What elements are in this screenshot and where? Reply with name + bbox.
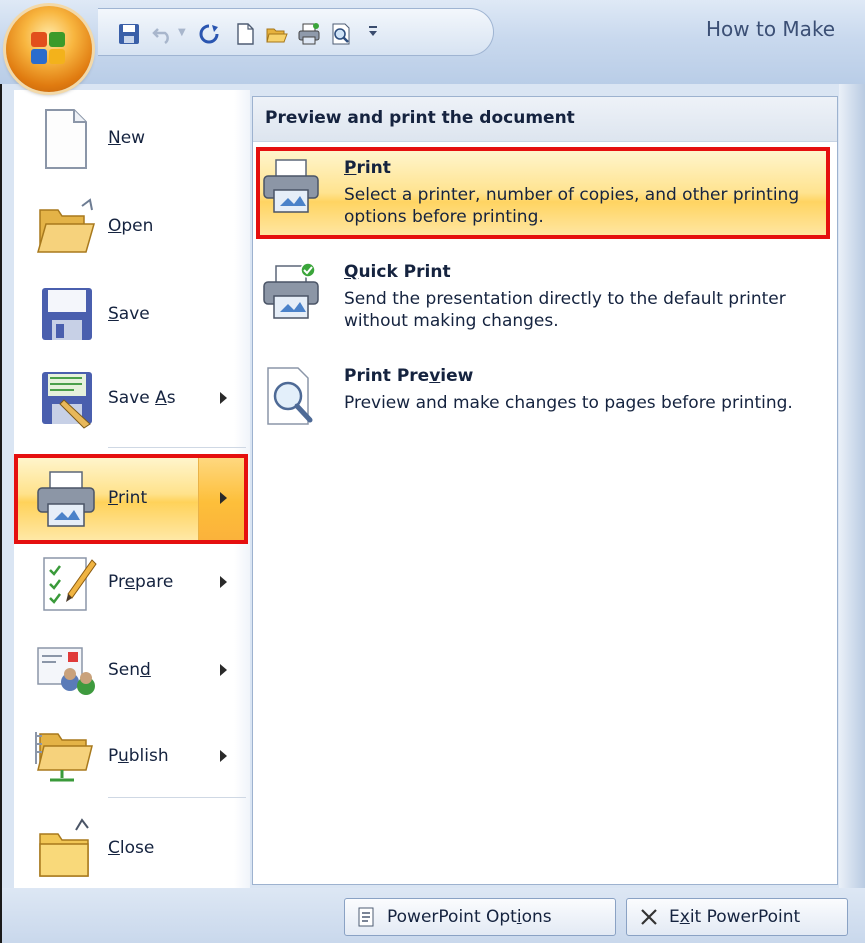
submenu-arrow-icon [220, 392, 227, 404]
close-folder-icon [39, 818, 89, 877]
menu-item-send[interactable]: Send [14, 634, 250, 706]
publish-icon [35, 732, 93, 782]
submenu-arrow-icon [220, 750, 227, 762]
exit-powerpoint-button[interactable]: Exit PowerPoint [626, 898, 848, 936]
powerpoint-options-button[interactable]: PowerPoint Options [344, 898, 616, 936]
button-label: PowerPoint Options [387, 907, 552, 927]
submenu-arrow-icon [220, 576, 227, 588]
printer-icon [263, 159, 319, 213]
menu-item-prepare[interactable]: Prepare [14, 546, 250, 618]
menu-item-label: Save As [108, 388, 176, 408]
menu-item-label: Publish [108, 746, 169, 766]
menu-item-new[interactable]: New [14, 102, 250, 174]
window-edge [839, 84, 865, 888]
menu-item-label: Save [108, 304, 150, 324]
menu-item-label: Open [108, 216, 154, 236]
undo-dropdown-icon[interactable]: ▼ [178, 27, 186, 38]
close-icon [641, 909, 657, 925]
menu-item-publish[interactable]: Publish [14, 720, 250, 792]
title-bar: ▼ How to Make [0, 0, 865, 85]
undo-icon[interactable] [152, 23, 174, 45]
new-document-icon [45, 109, 87, 169]
menu-item-save[interactable]: Save [14, 278, 250, 350]
send-icon [37, 647, 95, 695]
submenu-header-text: Preview and print the document [265, 108, 575, 128]
new-document-icon[interactable] [234, 23, 256, 45]
customize-qat-icon[interactable] [366, 23, 380, 45]
button-label: Exit PowerPoint [669, 907, 801, 927]
quick-access-toolbar: ▼ [98, 8, 494, 56]
submenu-arrow-icon [220, 664, 227, 676]
quick-print-icon [263, 262, 319, 319]
printer-icon [37, 471, 95, 527]
office-logo-icon [31, 32, 67, 66]
submenu-item-title: Print [344, 158, 391, 178]
window-title: How to Make [706, 17, 836, 41]
menu-item-open[interactable]: Open [14, 190, 250, 262]
redo-icon[interactable] [198, 23, 220, 45]
prepare-icon [43, 557, 97, 611]
submenu-item-description: Send the presentation directly to the de… [344, 289, 786, 331]
menu-separator [108, 797, 246, 798]
menu-item-label: New [108, 128, 146, 148]
submenu-item-description: Preview and make changes to pages before… [344, 393, 793, 413]
menu-separator [108, 447, 246, 448]
menu-item-close[interactable]: Close [14, 812, 250, 884]
print-preview-icon [267, 367, 313, 425]
save-icon[interactable] [118, 23, 140, 45]
submenu-item-title: Quick Print [344, 262, 451, 282]
menu-item-label: Prepare [108, 572, 174, 592]
menu-item-label: Close [108, 838, 155, 858]
submenu-item-title: Print Preview [344, 366, 474, 386]
submenu-header: Preview and print the document [253, 97, 837, 142]
options-icon [358, 907, 374, 927]
submenu-item-print[interactable]: Print Select a printer, number of copies… [262, 158, 832, 238]
open-folder-icon [37, 198, 95, 253]
menu-item-save-as[interactable]: Save As [14, 362, 250, 434]
open-folder-icon[interactable] [266, 23, 288, 45]
quick-print-icon[interactable] [298, 23, 320, 45]
submenu-item-quick-print[interactable]: Quick Print Send the presentation direct… [262, 262, 832, 342]
print-preview-icon[interactable] [330, 23, 352, 45]
menu-item-label: Print [108, 488, 148, 508]
submenu-item-description: Select a printer, number of copies, and … [344, 185, 800, 227]
submenu-item-print-preview[interactable]: Print Preview Preview and make changes t… [262, 366, 832, 446]
save-as-icon [42, 372, 92, 429]
menu-item-print[interactable]: Print [14, 456, 250, 540]
save-icon [42, 288, 92, 340]
office-button[interactable] [6, 6, 92, 92]
menu-item-label: Send [108, 660, 151, 680]
submenu-arrow-icon [220, 492, 227, 504]
